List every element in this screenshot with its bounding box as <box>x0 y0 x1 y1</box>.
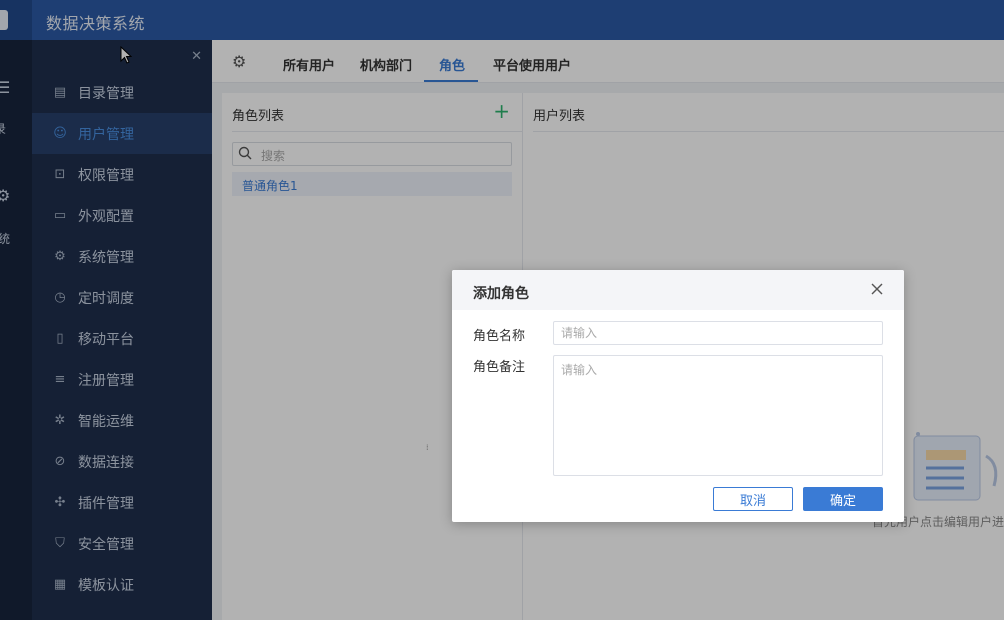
role-name-input[interactable] <box>553 321 883 345</box>
cancel-button[interactable]: 取消 <box>713 487 793 511</box>
role-remark-textarea[interactable] <box>553 355 883 476</box>
dialog-title: 添加角色 <box>473 286 529 302</box>
dialog-header: 添加角色 <box>452 270 904 310</box>
confirm-button[interactable]: 确定 <box>803 487 883 511</box>
add-role-dialog: 添加角色 角色名称 角色备注 取消 确定 <box>452 270 904 522</box>
role-name-label: 角色名称 <box>473 329 526 344</box>
close-icon[interactable] <box>870 282 884 296</box>
role-remark-label: 角色备注 <box>473 360 526 375</box>
